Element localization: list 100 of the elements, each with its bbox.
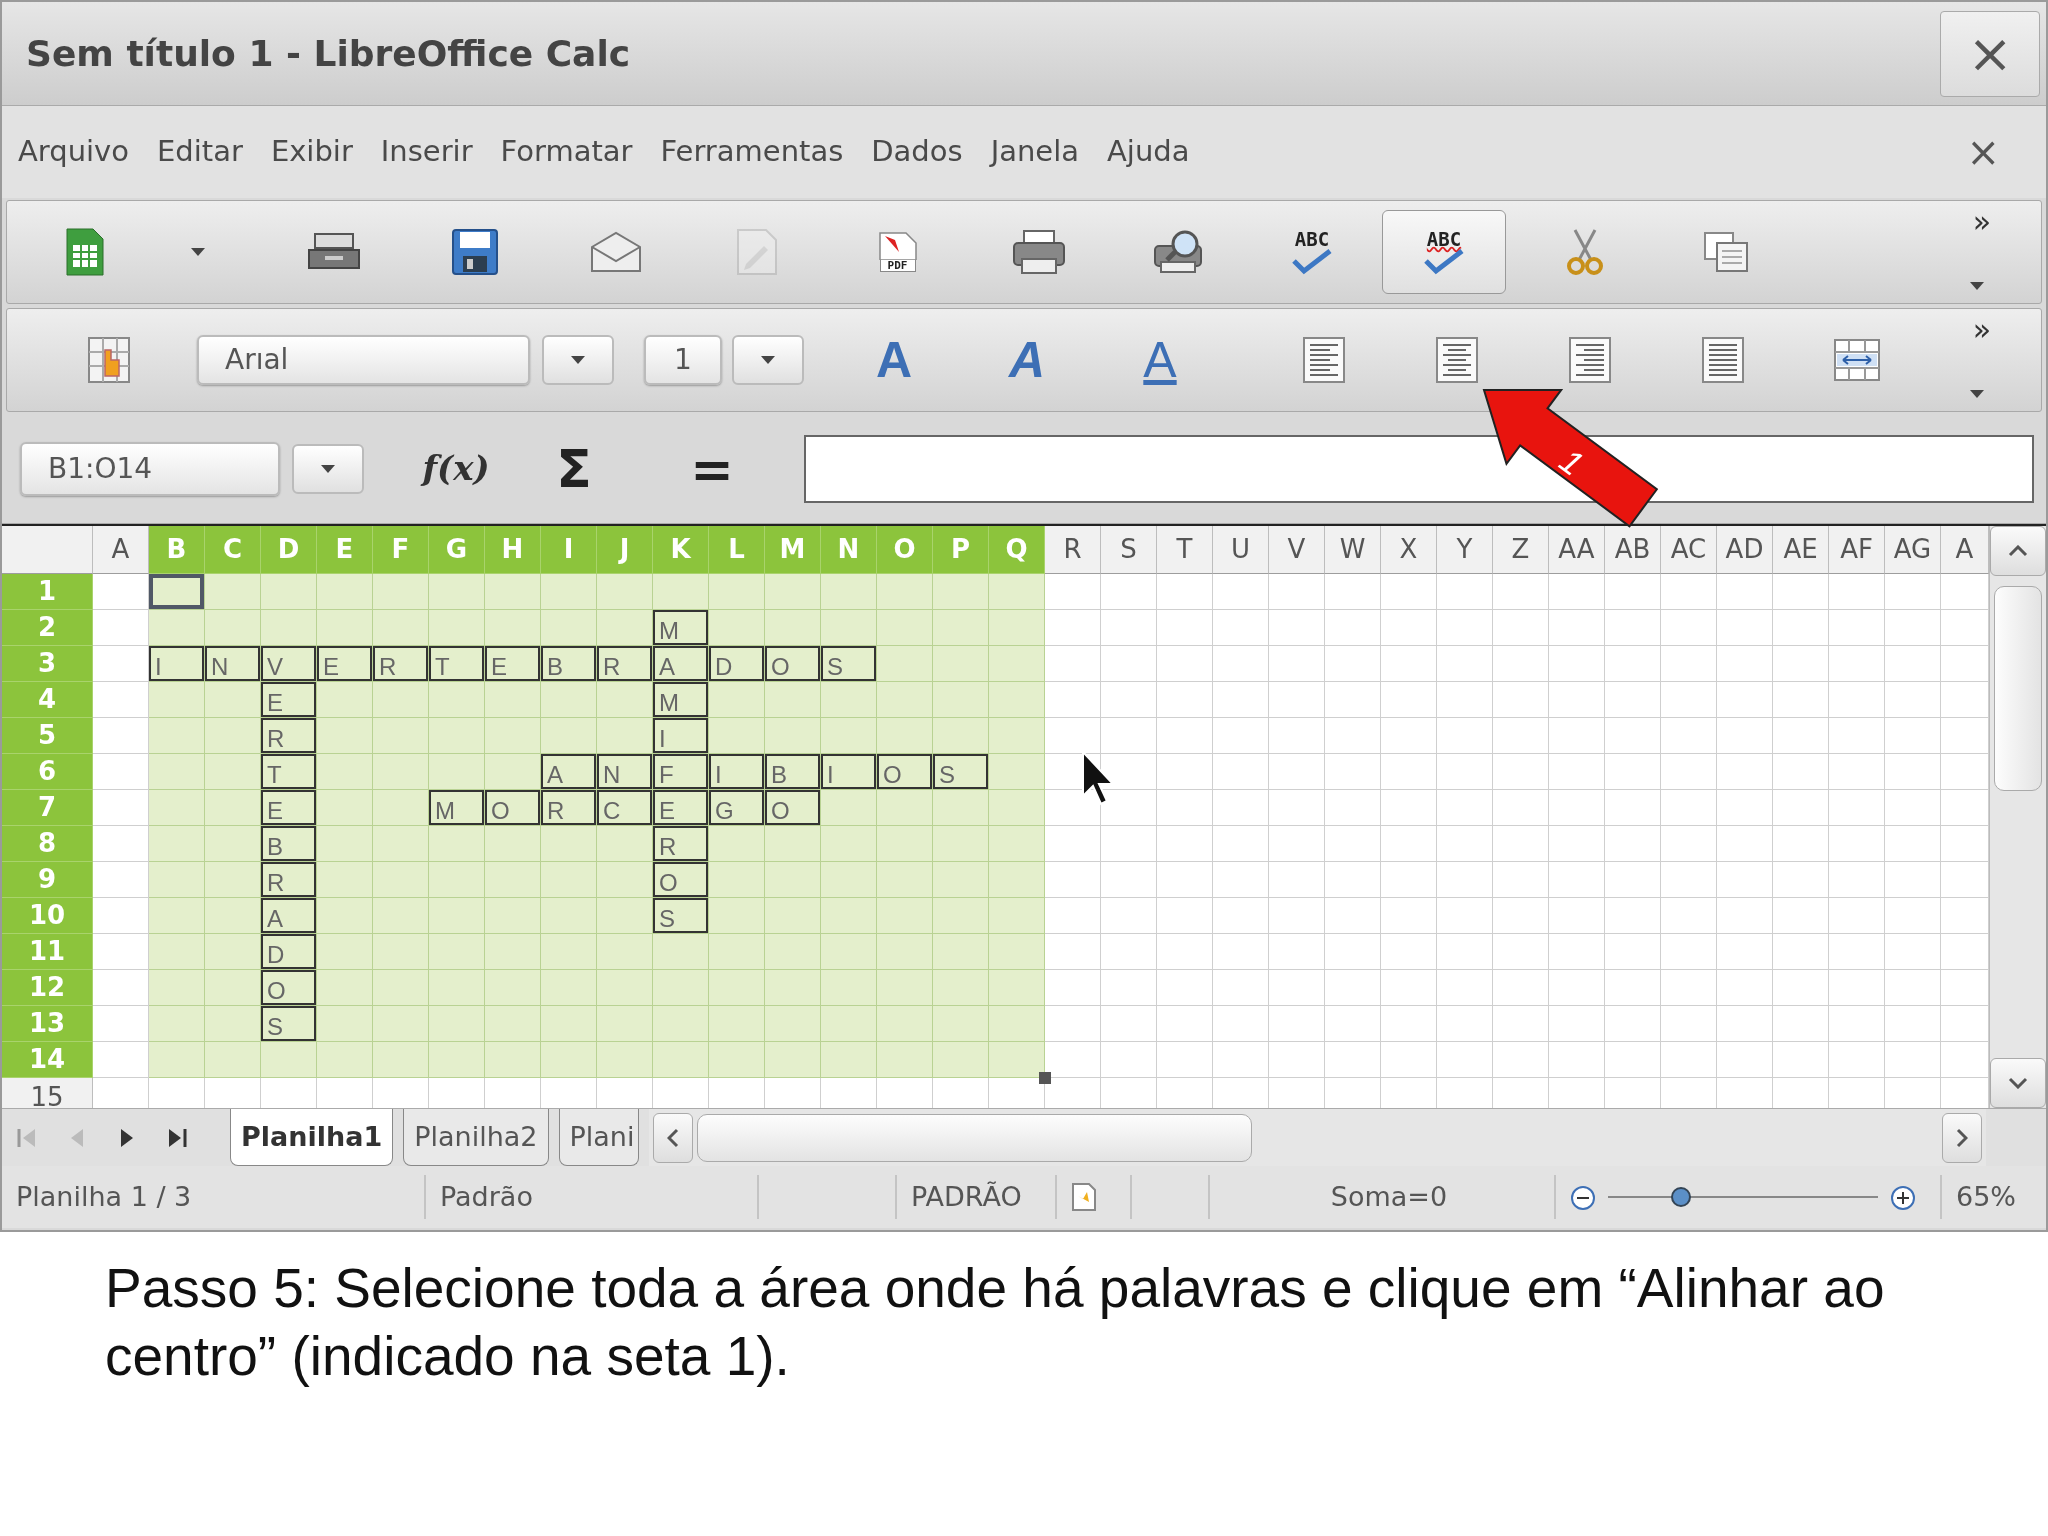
scrollbar-thumb[interactable] [697, 1113, 1253, 1162]
window-title: Sem título 1 - LibreOffice Calc [26, 31, 632, 76]
underline-button[interactable]: A [1130, 335, 1190, 385]
menu-item[interactable]: Formatar [500, 130, 633, 174]
grid-cell: O [765, 646, 821, 682]
column-header[interactable]: V [1269, 526, 1325, 574]
grid-cell: O [765, 790, 821, 826]
close-document-button[interactable]: × [1966, 122, 2000, 182]
grid-cell: I [821, 754, 877, 790]
grid-cell: M [653, 610, 709, 646]
italic-button[interactable]: A [997, 335, 1057, 385]
column-header[interactable]: X [1381, 526, 1437, 574]
menu-item[interactable]: Dados [871, 130, 963, 174]
grid-cell: E [317, 646, 373, 682]
column-header[interactable]: U [1213, 526, 1269, 574]
check-icon [1290, 248, 1334, 275]
scrollbar-thumb[interactable] [1994, 586, 2042, 791]
column-header[interactable]: W [1325, 526, 1381, 574]
sheet-tab[interactable]: Planilha2 [403, 1109, 549, 1166]
column-header[interactable]: AG [1885, 526, 1941, 574]
column-header[interactable]: T [1157, 526, 1213, 574]
grid-cell: I [653, 718, 709, 754]
menu-item[interactable]: Editar [157, 130, 243, 174]
fill-handle[interactable] [1039, 1072, 1051, 1084]
caret-icon [1969, 388, 1985, 399]
page-style-status: Padrão [440, 1179, 533, 1214]
grid-cell: N [205, 646, 261, 682]
row-header[interactable]: 15 [2, 1078, 93, 1108]
toolbar-overflow-button[interactable]: » [1972, 207, 1991, 237]
sheet-status: Planilha 1 / 3 [16, 1179, 192, 1214]
sheet-tab[interactable]: Planilha1 [230, 1109, 394, 1166]
scroll-up-button[interactable] [1990, 526, 2046, 576]
column-header[interactable]: A [1941, 526, 1989, 574]
grid-cell: N [597, 754, 653, 790]
grid-cell: E [653, 790, 709, 826]
column-header[interactable]: AC [1661, 526, 1717, 574]
bold-button[interactable]: A [864, 335, 924, 385]
grid-cell: E [261, 682, 317, 718]
column-header[interactable]: AB [1605, 526, 1661, 574]
column-header[interactable]: Y [1437, 526, 1493, 574]
grid-cell: F [653, 754, 709, 790]
formula-button[interactable]: = [682, 442, 742, 495]
grid-cell: D [261, 934, 317, 970]
grid-cell: R [261, 862, 317, 898]
menu-item[interactable]: Ferramentas [660, 130, 844, 174]
autospellcheck-button[interactable]: ABC [1382, 210, 1506, 294]
font-size-field[interactable]: 1 [644, 335, 722, 385]
grid-cell: O [877, 754, 933, 790]
grid-cell: T [261, 754, 317, 790]
scroll-left-button[interactable] [653, 1112, 694, 1163]
select-all-corner[interactable] [2, 526, 93, 574]
spreadsheet-icon [65, 227, 105, 277]
menu-item[interactable]: Arquivo [18, 130, 129, 174]
column-header[interactable]: S [1101, 526, 1157, 574]
grid-cell: B [261, 826, 317, 862]
grid-cell: E [261, 790, 317, 826]
selection-mode-status: PADRÃO [911, 1179, 1022, 1214]
justify-icon [1701, 336, 1745, 384]
column-header[interactable]: AF [1829, 526, 1885, 574]
caret-icon [570, 355, 586, 365]
column-header[interactable]: R [1045, 526, 1101, 574]
grid-cell: O [485, 790, 541, 826]
menu-item[interactable]: Ajuda [1107, 130, 1190, 174]
toolbar-overflow-button[interactable]: » [1972, 315, 1991, 345]
pdf-button[interactable]: PDF [827, 210, 968, 294]
name-box[interactable]: B1:O14 [20, 441, 280, 496]
column-header[interactable]: Z [1493, 526, 1549, 574]
grid-cell: S [821, 646, 877, 682]
menu-item[interactable]: Exibir [270, 130, 353, 174]
zoom-percent: 65% [1956, 1179, 2016, 1214]
grid-cell: B [765, 754, 821, 790]
menu-item[interactable]: Inserir [380, 130, 473, 174]
font-name-field[interactable]: Arıal [197, 335, 530, 385]
column-header[interactable]: A [93, 526, 149, 574]
function-wizard-button[interactable]: f(x) [416, 443, 496, 494]
column-header[interactable]: AA [1549, 526, 1605, 574]
formula-input[interactable] [804, 434, 2034, 503]
sheet-tab[interactable]: Plani [558, 1109, 640, 1166]
spellcheck-button[interactable]: ABC [1250, 210, 1374, 294]
scroll-down-button[interactable] [1990, 1058, 2046, 1108]
grid-cell: M [429, 790, 485, 826]
menu-item[interactable]: Janela [990, 130, 1079, 174]
sum-button[interactable]: Σ [544, 442, 604, 495]
slider-thumb[interactable] [1670, 1187, 1691, 1207]
column-header[interactable]: AE [1773, 526, 1829, 574]
caret-icon [320, 463, 336, 474]
align-right-icon [1568, 336, 1612, 384]
active-cell[interactable] [149, 574, 205, 610]
column-header[interactable]: AD [1717, 526, 1773, 574]
caret-icon [1969, 280, 1985, 291]
grid-cell: S [933, 754, 989, 790]
grid-cell: A [653, 646, 709, 682]
grid-cell: I [709, 754, 765, 790]
close-button[interactable]: × [1940, 10, 2040, 97]
grid-cell: D [709, 646, 765, 682]
scroll-right-button[interactable] [1942, 1112, 1982, 1163]
copy-icon [1702, 231, 1749, 273]
align-center-icon [1435, 336, 1479, 384]
grid-cell: O [653, 862, 709, 898]
caption: Passo 5: Selecione toda a área onde há palavras e clique em “Alinhar ao centro” (indicado na seta 1). [105, 1256, 1886, 1389]
